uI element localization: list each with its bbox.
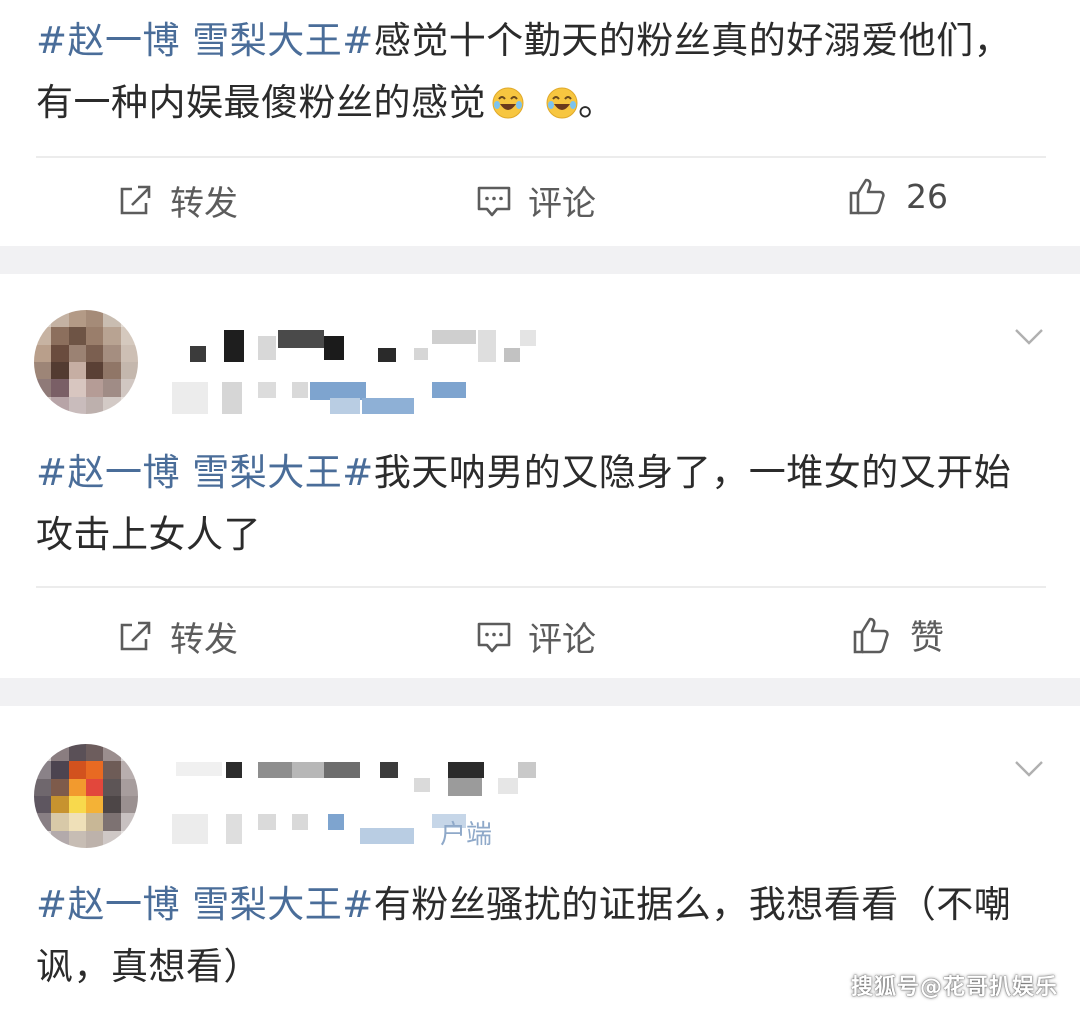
repost-icon [118, 619, 170, 655]
post-card-2: #赵一博 雪梨大王#我天呐男的又隐身了，一堆女的又开始攻击上女人了 转发 评论 … [0, 274, 1080, 678]
repost-label: 转发 [170, 184, 238, 224]
avatar[interactable] [34, 310, 138, 414]
topic-tag-link[interactable]: #赵一博 雪梨大王# [36, 451, 374, 494]
divider [36, 156, 1046, 158]
avatar[interactable] [34, 744, 138, 848]
laughing-emoji-icon [546, 76, 578, 119]
post-source-fragment: 户端 [440, 820, 493, 850]
comment-button[interactable]: 评论 [476, 176, 596, 225]
comment-icon [476, 619, 528, 655]
chevron-down-icon[interactable] [1014, 760, 1044, 782]
repost-button[interactable]: 转发 [118, 176, 238, 225]
like-button[interactable]: 赞 [852, 610, 944, 659]
repost-icon [118, 183, 170, 219]
repost-label: 转发 [170, 620, 238, 660]
topic-tag-link[interactable]: #赵一博 雪梨大王# [36, 19, 374, 62]
feed-separator [0, 678, 1080, 706]
comment-button[interactable]: 评论 [476, 612, 596, 661]
feed-separator [0, 246, 1080, 274]
comment-icon [476, 183, 528, 219]
post-text: #赵一博 雪梨大王#我天呐男的又隐身了，一堆女的又开始攻击上女人了 [36, 442, 1046, 566]
comment-label: 评论 [528, 620, 596, 660]
like-button[interactable]: 26 [848, 176, 948, 216]
repost-button[interactable]: 转发 [118, 612, 238, 661]
like-label: 赞 [910, 618, 944, 658]
post-card-1: #赵一博 雪梨大王#感觉十个勤天的粉丝真的好溺爱他们，有一种内娱最傻粉丝的感觉 … [0, 0, 1080, 246]
chevron-down-icon[interactable] [1014, 328, 1044, 350]
divider [36, 586, 1046, 588]
laughing-emoji-icon [492, 76, 524, 119]
like-icon [848, 176, 906, 216]
post-card-3: 户端 #赵一博 雪梨大王#有粉丝骚扰的证据么，我想看看（不嘲讽，真想看） [0, 706, 1080, 1013]
post-text: #赵一博 雪梨大王#感觉十个勤天的粉丝真的好溺爱他们，有一种内娱最傻粉丝的感觉 … [36, 10, 1046, 134]
like-icon [852, 615, 910, 655]
topic-tag-link[interactable]: #赵一博 雪梨大王# [36, 883, 374, 926]
watermark: 搜狐号@花哥扒娱乐 [850, 975, 1058, 1000]
like-count: 26 [906, 176, 948, 216]
comment-label: 评论 [528, 184, 596, 224]
post-end: 。 [578, 81, 616, 124]
